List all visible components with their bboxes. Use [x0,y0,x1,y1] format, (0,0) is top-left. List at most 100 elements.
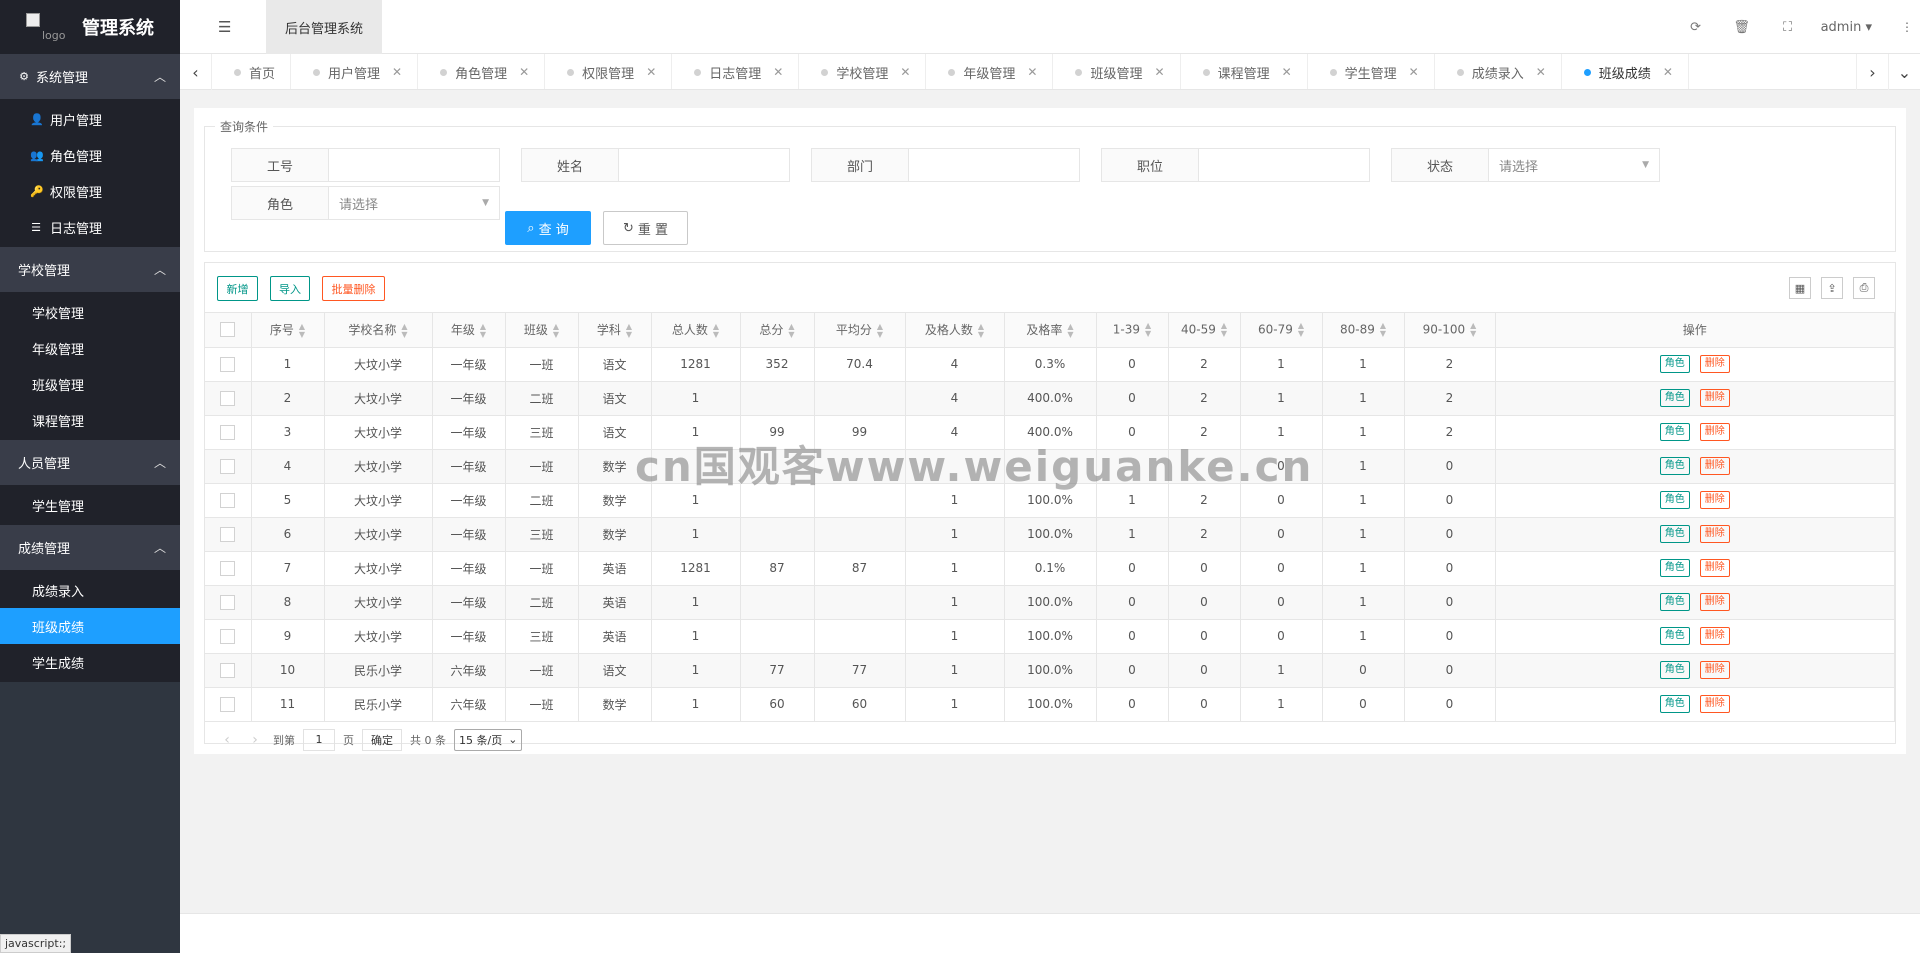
row-checkbox[interactable] [220,696,236,712]
page-size-select[interactable]: 15 条/页 ⌄ [454,728,523,751]
column-header[interactable]: 平均分 ▲ ▼ [814,313,906,348]
sidebar-group-2[interactable]: 人员管理 ︿ [0,440,180,485]
tab[interactable]: 学校管理 ✕ [799,54,927,89]
row-role-button[interactable]: 角色 [1659,661,1690,679]
row-role-button[interactable]: 角色 [1659,559,1690,577]
column-header[interactable]: 总人数 ▲ ▼ [651,313,741,348]
close-icon[interactable]: ✕ [773,65,783,79]
sidebar-item[interactable]: 学生成绩 [0,644,180,680]
sort-icon[interactable]: ▲ ▼ [1380,321,1386,338]
tab-scroll-right-icon[interactable]: › [1856,54,1888,90]
sort-icon[interactable]: ▲ ▼ [788,322,794,339]
close-icon[interactable]: ✕ [519,65,529,79]
tab[interactable]: 班级成绩 ✕ [1562,54,1689,89]
row-role-button[interactable]: 角色 [1659,525,1690,543]
sort-icon[interactable]: ▲ ▼ [626,322,632,339]
close-icon[interactable]: ✕ [1409,65,1419,79]
sort-icon[interactable]: ▲ ▼ [1470,321,1476,338]
row-delete-button[interactable]: 删除 [1699,695,1730,713]
column-header[interactable]: 60-79 ▲ ▼ [1240,313,1323,348]
row-checkbox[interactable] [220,458,236,474]
sidebar-item[interactable]: 学校管理 [0,294,180,330]
tab[interactable]: 用户管理 ✕ [291,54,419,89]
row-delete-button[interactable]: 删除 [1699,525,1730,543]
prev-page-icon[interactable]: ‹ [217,732,237,748]
column-header[interactable]: 及格率 ▲ ▼ [1004,313,1097,348]
import-button[interactable]: 导入 [270,276,310,301]
row-checkbox[interactable] [220,424,236,440]
tab[interactable]: 首页 [212,54,292,89]
user-menu[interactable]: admin ▾ [1811,20,1894,35]
close-icon[interactable]: ✕ [646,65,656,79]
tab[interactable]: 成绩录入 ✕ [1435,54,1562,89]
close-icon[interactable]: ✕ [1663,65,1673,79]
row-checkbox[interactable] [220,526,236,542]
sort-icon[interactable]: ▲ ▼ [1298,321,1304,338]
columns-filter-icon[interactable]: ▦ [1789,277,1811,299]
column-header[interactable]: 及格人数 ▲ ▼ [905,313,1005,348]
close-icon[interactable]: ✕ [1155,65,1165,79]
row-delete-button[interactable]: 删除 [1699,491,1730,509]
row-delete-button[interactable]: 删除 [1699,423,1730,441]
row-delete-button[interactable]: 删除 [1699,389,1730,407]
sort-icon[interactable]: ▲ ▼ [553,322,559,339]
trash-icon[interactable]: 🗑 [1719,20,1765,35]
row-delete-button[interactable]: 删除 [1699,661,1730,679]
tab[interactable]: 年级管理 ✕ [926,54,1054,89]
column-header[interactable]: 80-89 ▲ ▼ [1322,313,1405,348]
tab[interactable]: 学生管理 ✕ [1308,54,1435,89]
refresh-icon[interactable]: ⟳ [1673,20,1719,35]
row-checkbox[interactable] [220,662,236,678]
close-icon[interactable]: ✕ [1282,65,1292,79]
sidebar-group-0[interactable]: ⚙ 系统管理 ︿ [0,54,180,99]
row-role-button[interactable]: 角色 [1659,491,1690,509]
sidebar-item[interactable]: 成绩录入 [0,572,180,608]
sort-icon[interactable]: ▲ ▼ [713,322,719,339]
sidebar-item[interactable]: 班级管理 [0,366,180,402]
row-role-button[interactable]: 角色 [1659,389,1690,407]
column-header[interactable]: 总分 ▲ ▼ [740,313,815,348]
employee-id-input[interactable] [329,149,499,181]
sidebar-group-1[interactable]: 学校管理 ︿ [0,247,180,292]
role-select[interactable]: 请选择 ▼ [329,187,499,219]
column-header[interactable]: 40-59 ▲ ▼ [1168,313,1241,348]
row-role-button[interactable]: 角色 [1659,457,1690,475]
sidebar-item[interactable]: 班级成绩 [0,608,180,644]
confirm-page-button[interactable]: 确定 [362,728,402,751]
tab-scroll-left-icon[interactable]: ‹ [180,54,212,90]
sort-icon[interactable]: ▲ ▼ [1145,321,1151,338]
tab[interactable]: 班级管理 ✕ [1053,54,1181,89]
sort-icon[interactable]: ▲ ▼ [299,322,305,339]
batch-delete-button[interactable]: 批量删除 [322,276,385,301]
column-header[interactable]: 序号 ▲ ▼ [251,313,325,348]
sort-icon[interactable]: ▲ ▼ [1221,321,1227,338]
next-page-icon[interactable]: › [245,732,265,748]
sort-icon[interactable]: ▲ ▼ [978,322,984,339]
close-icon[interactable]: ✕ [392,65,402,79]
export-icon[interactable]: ⇪ [1821,277,1843,299]
name-input[interactable] [619,149,789,181]
sidebar-item[interactable]: 学生管理 [0,487,180,523]
close-icon[interactable]: ✕ [1027,65,1037,79]
more-vertical-icon[interactable]: ⋮ [1894,20,1920,34]
row-checkbox[interactable] [220,492,236,508]
fullscreen-icon[interactable]: ⛶ [1765,20,1811,35]
sort-icon[interactable]: ▲ ▼ [480,322,486,339]
status-select[interactable]: 请选择 ▼ [1489,149,1659,181]
add-button[interactable]: 新增 [217,276,258,301]
sort-icon[interactable]: ▲ ▼ [401,322,407,339]
select-all-checkbox[interactable] [220,322,236,338]
row-delete-button[interactable]: 删除 [1699,593,1730,611]
row-checkbox[interactable] [220,356,236,372]
sidebar-item[interactable]: 年级管理 [0,330,180,366]
menu-toggle-icon[interactable]: ☰ [218,18,234,36]
sidebar-item[interactable]: 👤 用户管理 [0,101,180,137]
tab-menu-icon[interactable]: ⌄ [1888,54,1920,90]
row-delete-button[interactable]: 删除 [1699,559,1730,577]
column-header[interactable]: 班级 ▲ ▼ [505,313,579,348]
tab[interactable]: 权限管理 ✕ [545,54,673,89]
position-input[interactable] [1199,149,1369,181]
sort-icon[interactable]: ▲ ▼ [1067,322,1073,339]
reset-button[interactable]: ↻ 重 置 [603,211,688,245]
close-icon[interactable]: ✕ [1536,65,1546,79]
